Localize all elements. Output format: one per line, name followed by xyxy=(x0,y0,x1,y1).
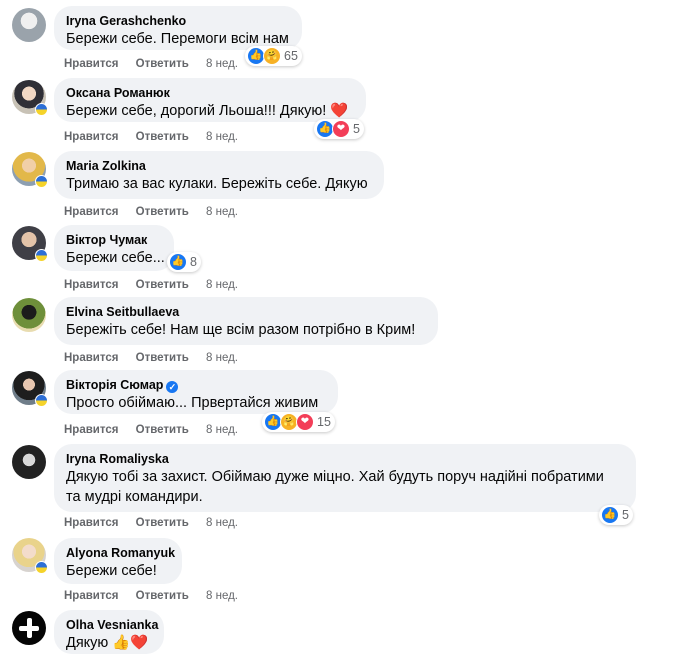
like-button[interactable]: Нравится xyxy=(64,279,118,291)
comment-bubble: Оксана Романюк Бережи себе, дорогий Льош… xyxy=(54,78,366,122)
like-button[interactable]: Нравится xyxy=(64,590,118,602)
comment-actions: Нравится Ответить 8 нед. xyxy=(64,58,238,70)
comment-author[interactable]: Alyona Romanyuk xyxy=(66,545,175,561)
comment-actions: Нравится Ответить 8 нед. xyxy=(64,590,238,602)
avatar[interactable] xyxy=(12,8,46,42)
comment-text: Бережіть себе! Нам ще всім разом потрібн… xyxy=(66,322,416,338)
ukraine-flag-icon xyxy=(35,249,48,262)
reactions-summary[interactable]: 👍 🤗 ❤ 15 xyxy=(262,412,335,432)
like-button[interactable]: Нравится xyxy=(64,352,118,364)
comment-text: Бережи себе! xyxy=(66,563,157,579)
like-icon: 👍 xyxy=(601,506,619,524)
avatar[interactable] xyxy=(12,445,46,479)
comment-actions: Нравится Ответить 8 нед. xyxy=(64,352,238,364)
like-button[interactable]: Нравится xyxy=(64,131,118,143)
comment-time[interactable]: 8 нед. xyxy=(206,206,238,218)
reaction-count: 8 xyxy=(190,255,197,269)
comment-time[interactable]: 8 нед. xyxy=(206,424,238,436)
comment-bubble: Віктор Чумак Бережи себе... xyxy=(54,225,174,271)
comment-time[interactable]: 8 нед. xyxy=(206,131,238,143)
reactions-summary[interactable]: 👍 5 xyxy=(599,505,633,525)
like-button[interactable]: Нравится xyxy=(64,424,118,436)
comment-actions: Нравится Ответить 8 нед. xyxy=(64,424,238,436)
comment-time[interactable]: 8 нед. xyxy=(206,58,238,70)
reply-button[interactable]: Ответить xyxy=(136,131,189,143)
reply-button[interactable]: Ответить xyxy=(136,58,189,70)
comment-author[interactable]: Вікторія Сюмар ✓ xyxy=(66,377,326,393)
reply-button[interactable]: Ответить xyxy=(136,279,189,291)
ukraine-flag-icon xyxy=(35,394,48,407)
comment-time[interactable]: 8 нед. xyxy=(206,517,238,529)
comment-author[interactable]: Оксана Романюк xyxy=(66,85,354,101)
comment-bubble: Iryna Gerashchenko Бережи себе. Перемоги… xyxy=(54,6,302,50)
comment-author[interactable]: Olha Vesnianka xyxy=(66,617,158,633)
comment-author[interactable]: Віктор Чумак xyxy=(66,232,162,248)
comment-actions: Нравится Ответить 8 нед. xyxy=(64,279,238,291)
comment-time[interactable]: 8 нед. xyxy=(206,352,238,364)
verified-badge-icon: ✓ xyxy=(166,381,179,393)
ukraine-flag-icon xyxy=(35,561,48,574)
reactions-summary[interactable]: 👍 ❤ 5 xyxy=(314,119,364,139)
love-icon: ❤ xyxy=(332,120,350,138)
avatar[interactable] xyxy=(12,298,46,332)
comment-actions: Нравится Ответить 8 нед. xyxy=(64,206,238,218)
comment-author[interactable]: Maria Zolkina xyxy=(66,158,372,174)
comment-text: Дякую тобі за захист. Обіймаю дуже міцно… xyxy=(66,469,604,485)
comment-bubble: Olha Vesnianka Дякую 👍❤️ xyxy=(54,610,164,654)
avatar[interactable] xyxy=(12,611,46,645)
reply-button[interactable]: Ответить xyxy=(136,590,189,602)
like-button[interactable]: Нравится xyxy=(64,517,118,529)
comment-text: Тримаю за вас кулаки. Бережіть себе. Дяк… xyxy=(66,176,368,192)
comment-bubble: Maria Zolkina Тримаю за вас кулаки. Бере… xyxy=(54,151,384,199)
reply-button[interactable]: Ответить xyxy=(136,517,189,529)
reply-button[interactable]: Ответить xyxy=(136,206,189,218)
comment-text: Просто обіймаю... Првертайся живим xyxy=(66,395,319,411)
comment-bubble: Alyona Romanyuk Бережи себе! xyxy=(54,538,182,584)
ukraine-flag-icon xyxy=(35,175,48,188)
author-name[interactable]: Вікторія Сюмар xyxy=(66,378,163,392)
reactions-summary[interactable]: 👍 🤗 65 xyxy=(245,46,302,66)
care-icon: 🤗 xyxy=(263,47,281,65)
reply-button[interactable]: Ответить xyxy=(136,352,189,364)
comment-text-line2: та мудрі командири. xyxy=(66,489,203,505)
ukraine-flag-icon xyxy=(35,103,48,116)
comment-author[interactable]: Iryna Romaliyska xyxy=(66,451,624,467)
love-icon: ❤ xyxy=(296,413,314,431)
reaction-count: 5 xyxy=(622,508,629,522)
comment-bubble: Вікторія Сюмар ✓ Просто обіймаю... Прверт… xyxy=(54,370,338,414)
comment-actions: Нравится Ответить 8 нед. xyxy=(64,131,238,143)
like-icon: 👍 xyxy=(169,253,187,271)
comment-time[interactable]: 8 нед. xyxy=(206,279,238,291)
like-button[interactable]: Нравится xyxy=(64,58,118,70)
reaction-count: 15 xyxy=(317,415,331,429)
like-button[interactable]: Нравится xyxy=(64,206,118,218)
comment-author[interactable]: Iryna Gerashchenko xyxy=(66,13,290,29)
comment-text: Бережи себе... xyxy=(66,250,165,266)
comment-bubble: Elvina Seitbullaeva Бережіть себе! Нам щ… xyxy=(54,297,438,345)
comment-author[interactable]: Elvina Seitbullaeva xyxy=(66,304,426,320)
comment-text: Дякую 👍❤️ xyxy=(66,635,149,651)
comment-time[interactable]: 8 нед. xyxy=(206,590,238,602)
reactions-summary[interactable]: 👍 8 xyxy=(167,252,201,272)
comment-actions: Нравится Ответить 8 нед. xyxy=(64,517,238,529)
reply-button[interactable]: Ответить xyxy=(136,424,189,436)
reaction-count: 5 xyxy=(353,122,360,136)
reaction-count: 65 xyxy=(284,49,298,63)
comment-bubble: Iryna Romaliyska Дякую тобі за захист. О… xyxy=(54,444,636,512)
comment-text: Бережи себе, дорогий Льоша!!! Дякую! ❤️ xyxy=(66,103,349,119)
